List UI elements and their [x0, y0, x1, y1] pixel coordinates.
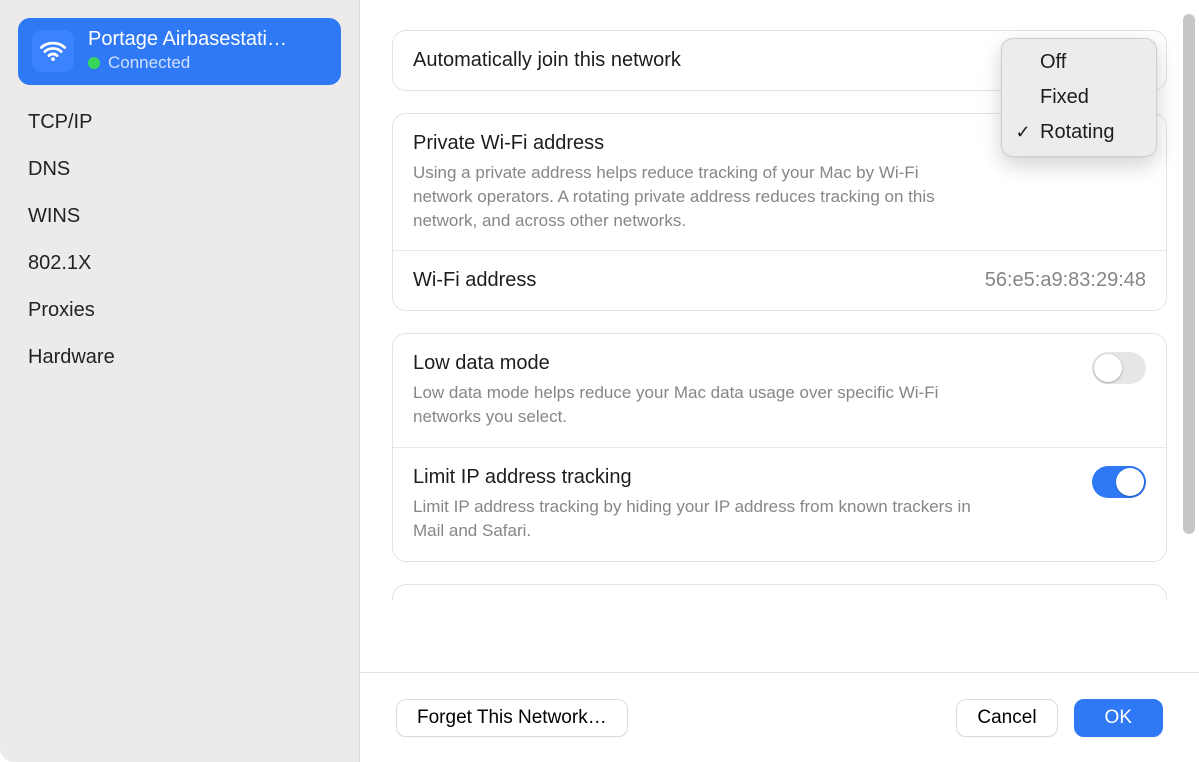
next-card-partial: [392, 584, 1167, 600]
sidebar-network-item[interactable]: Portage Airbasestati… Connected: [18, 18, 341, 85]
sidebar-item-wins[interactable]: WINS: [18, 193, 341, 240]
wifi-address-row: Wi-Fi address 56:e5:a9:83:29:48: [393, 250, 1166, 310]
sidebar-item-tcpip[interactable]: TCP/IP: [18, 99, 341, 146]
checkmark-icon: ✓: [1012, 122, 1034, 143]
forget-network-button[interactable]: Forget This Network…: [396, 699, 628, 737]
sidebar-list: TCP/IP DNS WINS 802.1X Proxies Hardware: [18, 91, 341, 381]
wifi-address-value: 56:e5:a9:83:29:48: [985, 269, 1146, 292]
low-data-toggle[interactable]: [1092, 352, 1146, 384]
data-options-card: Low data mode Low data mode helps reduce…: [392, 333, 1167, 561]
sidebar-network-text: Portage Airbasestati… Connected: [88, 28, 287, 73]
limit-ip-desc: Limit IP address tracking by hiding your…: [413, 495, 973, 543]
dropdown-option-label: Fixed: [1040, 86, 1089, 109]
toggle-knob-icon: [1116, 468, 1144, 496]
settings-window: Portage Airbasestati… Connected TCP/IP D…: [0, 0, 1199, 762]
private-address-dropdown[interactable]: Off Fixed ✓ Rotating: [1001, 38, 1157, 157]
wifi-icon: [32, 30, 74, 72]
network-name: Portage Airbasestati…: [88, 28, 287, 51]
scrollbar-thumb[interactable]: [1183, 14, 1195, 534]
auto-join-title: Automatically join this network: [413, 49, 681, 72]
private-address-desc: Using a private address helps reduce tra…: [413, 161, 973, 232]
dropdown-option-label: Off: [1040, 51, 1066, 74]
ok-button[interactable]: OK: [1074, 699, 1163, 737]
limit-ip-row: Limit IP address tracking Limit IP addre…: [393, 447, 1166, 561]
wifi-address-title: Wi-Fi address: [413, 269, 536, 292]
limit-ip-title: Limit IP address tracking: [413, 466, 973, 489]
network-status: Connected: [88, 53, 287, 73]
dropdown-option-off[interactable]: Off: [1006, 45, 1152, 80]
low-data-row: Low data mode Low data mode helps reduce…: [393, 334, 1166, 447]
dropdown-option-label: Rotating: [1040, 121, 1115, 144]
low-data-title: Low data mode: [413, 352, 973, 375]
main-pane: Automatically join this network Private …: [360, 0, 1199, 762]
low-data-text: Low data mode Low data mode helps reduce…: [413, 352, 973, 429]
status-dot-icon: [88, 57, 100, 69]
footer-bar: Forget This Network… Cancel OK: [360, 672, 1199, 762]
sidebar-item-8021x[interactable]: 802.1X: [18, 240, 341, 287]
cancel-button[interactable]: Cancel: [956, 699, 1057, 737]
dropdown-option-fixed[interactable]: Fixed: [1006, 80, 1152, 115]
private-address-text: Private Wi-Fi address Using a private ad…: [413, 132, 973, 232]
sidebar-item-hardware[interactable]: Hardware: [18, 334, 341, 381]
sidebar-item-proxies[interactable]: Proxies: [18, 287, 341, 334]
network-status-label: Connected: [108, 53, 190, 73]
toggle-knob-icon: [1094, 354, 1122, 382]
low-data-desc: Low data mode helps reduce your Mac data…: [413, 381, 973, 429]
limit-ip-toggle[interactable]: [1092, 466, 1146, 498]
limit-ip-text: Limit IP address tracking Limit IP addre…: [413, 466, 973, 543]
private-address-title: Private Wi-Fi address: [413, 132, 973, 155]
sidebar: Portage Airbasestati… Connected TCP/IP D…: [0, 0, 360, 762]
scrollbar-track[interactable]: [1183, 8, 1195, 662]
dropdown-option-rotating[interactable]: ✓ Rotating: [1006, 115, 1152, 150]
sidebar-item-dns[interactable]: DNS: [18, 146, 341, 193]
